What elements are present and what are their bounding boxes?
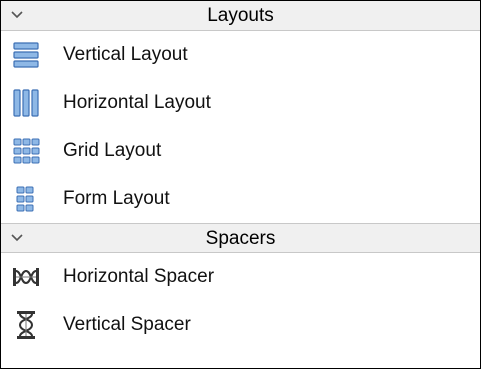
widget-item-label: Vertical Layout [63,44,188,65]
grid-layout-icon [13,138,40,164]
category-title-layouts: Layouts [207,5,274,26]
widget-item-horizontal-spacer[interactable]: Horizontal Spacer [1,253,480,301]
vertical-layout-icon [13,42,39,68]
widget-item-form-layout[interactable]: Form Layout [1,175,480,223]
widget-box-panel: Layouts Vertical Layout Horizontal Layou… [0,0,481,369]
widget-item-vertical-layout[interactable]: Vertical Layout [1,31,480,79]
category-header-spacers[interactable]: Spacers [1,223,480,253]
form-layout-icon [16,186,34,212]
widget-item-label: Horizontal Spacer [63,266,215,287]
widget-item-horizontal-layout[interactable]: Horizontal Layout [1,79,480,127]
widget-item-label: Form Layout [63,188,170,209]
category-title-spacers: Spacers [205,228,276,249]
horizontal-spacer-icon [13,268,39,286]
widget-item-label: Grid Layout [63,140,162,161]
widget-item-grid-layout[interactable]: Grid Layout [1,127,480,175]
widget-item-label: Horizontal Layout [63,92,211,113]
widget-item-label: Vertical Spacer [63,314,191,335]
vertical-spacer-icon [17,311,35,339]
horizontal-layout-icon [13,89,39,117]
category-header-layouts[interactable]: Layouts [1,1,480,31]
widget-item-vertical-spacer[interactable]: Vertical Spacer [1,301,480,349]
